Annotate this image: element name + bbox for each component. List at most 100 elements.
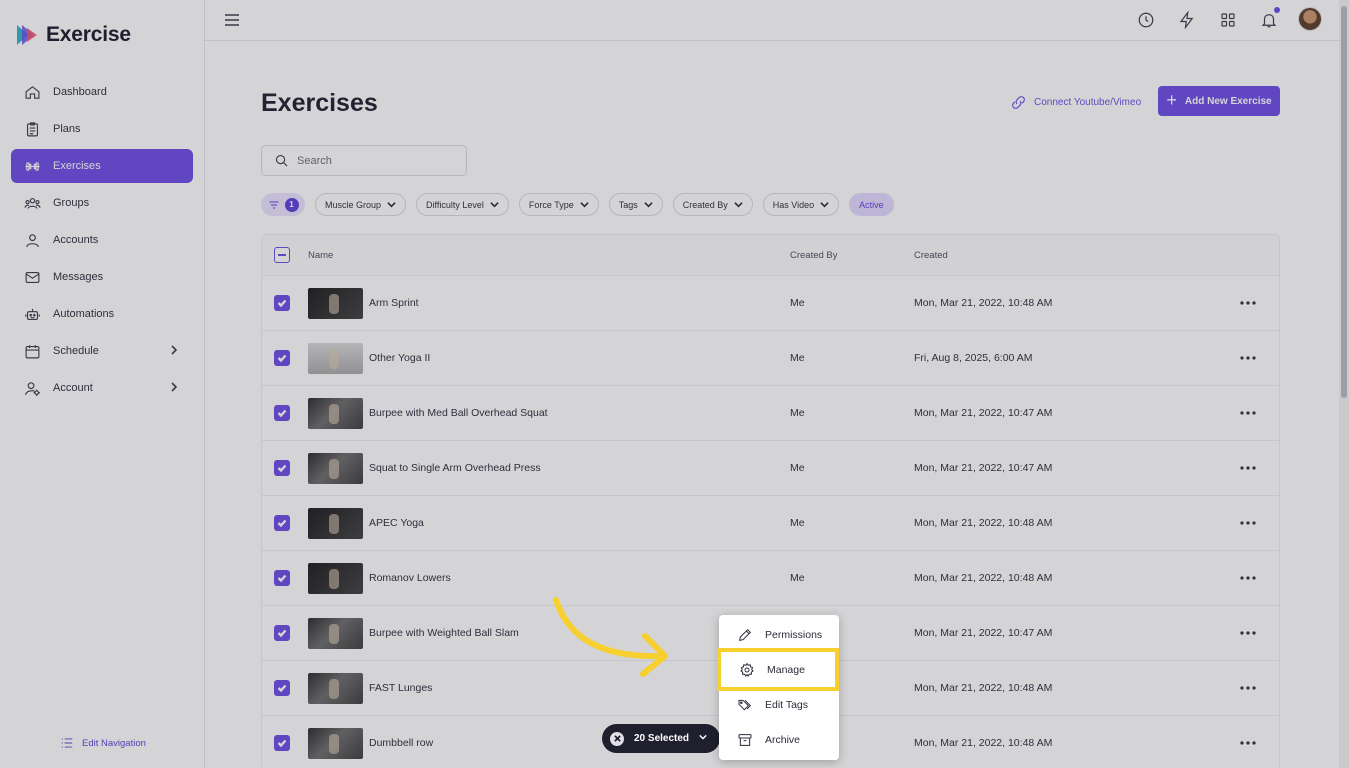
filter-created-by[interactable]: Created By — [672, 193, 753, 216]
filter-force-type[interactable]: Force Type — [518, 193, 599, 216]
created-cell: Mon, Mar 21, 2022, 10:48 AM — [914, 517, 1053, 529]
exercise-thumbnail[interactable] — [308, 562, 363, 594]
sidebar-item-groups[interactable]: Groups — [11, 186, 193, 220]
column-header-name[interactable]: Name — [308, 250, 333, 261]
row-more-button[interactable] — [1238, 458, 1258, 478]
row-checkbox[interactable] — [274, 570, 290, 586]
row-checkbox[interactable] — [274, 625, 290, 641]
row-more-button[interactable] — [1238, 568, 1258, 588]
row-checkbox[interactable] — [274, 460, 290, 476]
page-title: Exercises — [261, 89, 378, 117]
table-row[interactable]: APEC Yoga Me Mon, Mar 21, 2022, 10:48 AM — [262, 496, 1279, 551]
user-settings-icon — [23, 379, 41, 397]
filter-toggle-button[interactable]: 1 — [261, 193, 305, 216]
menu-item-manage[interactable]: Manage — [717, 648, 839, 691]
filter-has-video[interactable]: Has Video — [762, 193, 840, 216]
exercise-name[interactable]: FAST Lunges — [369, 682, 432, 694]
avatar[interactable] — [1298, 7, 1322, 31]
add-new-exercise-button[interactable]: + Add New Exercise — [1158, 86, 1280, 116]
exercise-name[interactable]: Romanov Lowers — [369, 572, 451, 584]
exercise-name[interactable]: APEC Yoga — [369, 517, 424, 529]
exercise-name[interactable]: Burpee with Med Ball Overhead Squat — [369, 407, 548, 419]
filter-muscle-group[interactable]: Muscle Group — [315, 193, 407, 216]
table-row[interactable]: Other Yoga II Me Fri, Aug 8, 2025, 6:00 … — [262, 331, 1279, 386]
exercise-thumbnail[interactable] — [308, 672, 363, 704]
filter-tags[interactable]: Tags — [608, 193, 663, 216]
menu-item-permissions[interactable]: Permissions — [719, 617, 839, 652]
table-row[interactable]: Squat to Single Arm Overhead Press Me Mo… — [262, 441, 1279, 496]
home-icon — [23, 83, 41, 101]
row-more-button[interactable] — [1238, 513, 1258, 533]
exercise-thumbnail[interactable] — [308, 397, 363, 429]
logo-mark-icon — [17, 25, 37, 45]
apps-button[interactable] — [1218, 10, 1238, 30]
more-horizontal-icon — [1240, 576, 1256, 580]
row-more-button[interactable] — [1238, 403, 1258, 423]
exercise-thumbnail[interactable] — [308, 287, 363, 319]
exercise-name[interactable]: Burpee with Weighted Ball Slam — [369, 627, 519, 639]
sidebar-item-label: Messages — [53, 271, 104, 283]
clear-selection-button[interactable] — [610, 731, 624, 746]
sidebar-item-exercises[interactable]: Exercises — [11, 149, 193, 183]
table-row[interactable]: Romanov Lowers Me Mon, Mar 21, 2022, 10:… — [262, 551, 1279, 606]
row-checkbox[interactable] — [274, 515, 290, 531]
row-more-button[interactable] — [1238, 293, 1258, 313]
check-icon — [277, 519, 287, 528]
row-more-button[interactable] — [1238, 623, 1258, 643]
sidebar-item-plans[interactable]: Plans — [11, 112, 193, 146]
chevron-down-icon — [734, 202, 743, 208]
exercise-name[interactable]: Other Yoga II — [369, 352, 430, 364]
row-checkbox[interactable] — [274, 350, 290, 366]
table-row[interactable]: Burpee with Med Ball Overhead Squat Me M… — [262, 386, 1279, 441]
row-checkbox[interactable] — [274, 735, 290, 751]
edit-navigation-link[interactable]: Edit Navigation — [60, 736, 146, 750]
history-icon — [1138, 12, 1154, 28]
row-checkbox[interactable] — [274, 405, 290, 421]
column-header-created[interactable]: Created — [914, 250, 948, 261]
exercise-name[interactable]: Squat to Single Arm Overhead Press — [369, 462, 541, 474]
check-icon — [277, 629, 287, 638]
sidebar-item-automations[interactable]: Automations — [11, 297, 193, 331]
logo[interactable]: Exercise — [14, 22, 131, 48]
row-more-button[interactable] — [1238, 678, 1258, 698]
check-icon — [277, 684, 287, 693]
sidebar-item-accounts[interactable]: Accounts — [11, 223, 193, 257]
exercise-thumbnail[interactable] — [308, 342, 363, 374]
history-button[interactable] — [1136, 10, 1156, 30]
row-more-button[interactable] — [1238, 733, 1258, 753]
row-checkbox[interactable] — [274, 295, 290, 311]
column-header-created-by[interactable]: Created By — [790, 250, 838, 261]
chip-label: Muscle Group — [325, 199, 382, 210]
table-row[interactable]: Arm Sprint Me Mon, Mar 21, 2022, 10:48 A… — [262, 276, 1279, 331]
exercise-name[interactable]: Arm Sprint — [369, 297, 419, 309]
exercise-thumbnail[interactable] — [308, 727, 363, 759]
select-all-checkbox[interactable] — [274, 247, 290, 263]
row-more-button[interactable] — [1238, 348, 1258, 368]
connect-youtube-vimeo-link[interactable]: Connect Youtube/Vimeo — [1010, 94, 1141, 111]
menu-item-edit-tags[interactable]: Edit Tags — [719, 687, 839, 722]
exercise-thumbnail[interactable] — [308, 507, 363, 539]
chevron-right-icon — [169, 345, 179, 355]
quick-actions-button[interactable] — [1177, 10, 1197, 30]
scrollbar-thumb[interactable] — [1341, 6, 1347, 398]
exercise-thumbnail[interactable] — [308, 452, 363, 484]
sidebar-item-messages[interactable]: Messages — [11, 260, 193, 294]
search-input[interactable] — [297, 154, 447, 167]
page-scrollbar[interactable] — [1339, 0, 1349, 768]
sidebar-item-account[interactable]: Account — [11, 371, 193, 405]
filter-difficulty-level[interactable]: Difficulty Level — [416, 193, 509, 216]
notifications-button[interactable] — [1259, 7, 1280, 30]
sidebar-item-schedule[interactable]: Schedule — [11, 334, 193, 368]
filter-status-active[interactable]: Active — [849, 193, 894, 216]
sidebar-item-dashboard[interactable]: Dashboard — [11, 75, 193, 109]
row-checkbox[interactable] — [274, 680, 290, 696]
menu-item-archive[interactable]: Archive — [719, 722, 839, 757]
exercise-thumbnail[interactable] — [308, 617, 363, 649]
grid-icon — [1221, 13, 1235, 27]
top-bar — [205, 0, 1349, 41]
selection-bar[interactable]: 20 Selected — [602, 724, 720, 753]
menu-toggle-button[interactable] — [224, 12, 240, 28]
created-cell: Mon, Mar 21, 2022, 10:47 AM — [914, 627, 1053, 639]
edit-navigation-label: Edit Navigation — [82, 737, 146, 749]
exercise-name[interactable]: Dumbbell row — [369, 737, 433, 749]
